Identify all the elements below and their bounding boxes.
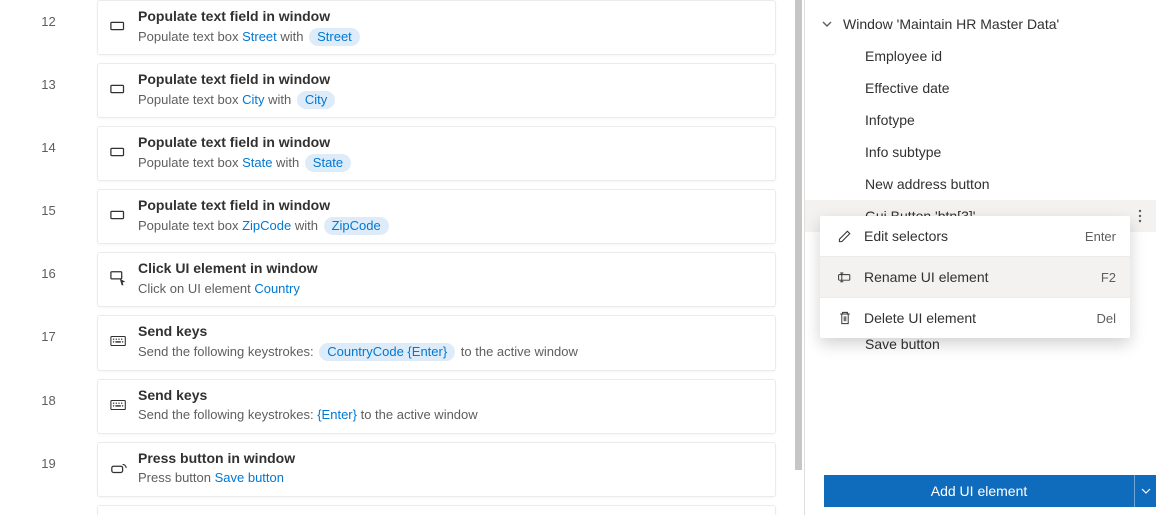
step-number: 13 <box>0 63 97 92</box>
step-number: 15 <box>0 189 97 218</box>
step-title: Populate text field in window <box>138 70 763 90</box>
step-description: Click on UI element Country <box>138 279 763 299</box>
chevron-down-icon <box>819 18 835 30</box>
variable-link[interactable]: Country <box>254 281 300 296</box>
tree-item[interactable]: Effective date <box>805 72 1156 104</box>
step-number: 18 <box>0 379 97 408</box>
tree-item[interactable]: Infotype <box>805 104 1156 136</box>
step-description: Send the following keystrokes: CountryCo… <box>138 342 763 362</box>
step-card[interactable]: Populate text field in windowPopulate te… <box>97 189 776 244</box>
tree-item-label: Info subtype <box>865 144 941 160</box>
step-title: Click UI element in window <box>138 259 763 279</box>
step-card[interactable]: Send keysSend the following keystrokes: … <box>97 315 776 370</box>
step-row: 19Press button in windowPress button Sav… <box>0 442 804 505</box>
step-title: Send keys <box>138 386 763 406</box>
add-ui-element-split[interactable] <box>1134 475 1156 507</box>
more-vertical-icon[interactable] <box>1134 208 1146 224</box>
tree-item-label: Infotype <box>865 112 915 128</box>
textfield-icon <box>110 133 138 161</box>
step-card[interactable]: Populate text field in windowPopulate te… <box>97 126 776 181</box>
step-description: Populate text box State with State <box>138 153 763 173</box>
variable-link[interactable]: Street <box>242 29 277 44</box>
context-menu-item[interactable]: Rename UI elementF2 <box>820 257 1130 297</box>
context-menu-label: Rename UI element <box>864 269 1101 285</box>
context-menu: Edit selectorsEnterRename UI elementF2De… <box>820 216 1130 338</box>
context-menu-item[interactable]: Delete UI elementDel <box>820 298 1130 338</box>
variable-link[interactable]: City <box>242 92 264 107</box>
step-row: 14Populate text field in windowPopulate … <box>0 126 804 189</box>
tree-item-label: Save button <box>865 336 940 352</box>
step-card[interactable]: Populate text field in windowPopulate te… <box>97 0 776 55</box>
rename-icon <box>834 269 856 285</box>
step-card[interactable]: Send keysSend the following keystrokes: … <box>97 379 776 434</box>
textfield-icon <box>110 196 138 224</box>
textfield-icon <box>110 7 138 35</box>
tree-item[interactable]: New address button <box>805 168 1156 200</box>
variable-pill[interactable]: City <box>297 91 335 109</box>
context-menu-label: Edit selectors <box>864 228 1085 244</box>
step-title: Send keys <box>138 322 763 342</box>
context-menu-label: Delete UI element <box>864 310 1096 326</box>
step-row: 16Click UI element in windowClick on UI … <box>0 252 804 315</box>
variable-link[interactable]: Save button <box>215 470 284 485</box>
scrollbar-thumb[interactable] <box>795 0 802 470</box>
step-number: 16 <box>0 252 97 281</box>
trash-icon <box>834 310 856 326</box>
step-row: 15Populate text field in windowPopulate … <box>0 189 804 252</box>
step-description: Send the following keystrokes: {Enter} t… <box>138 405 763 425</box>
tree-window-node[interactable]: Window 'Maintain HR Master Data' <box>805 8 1156 40</box>
step-card[interactable]: Click UI element in windowClick on UI el… <box>97 252 776 307</box>
step-description: Populate text box City with City <box>138 90 763 110</box>
tree-item-label: Employee id <box>865 48 942 64</box>
step-description: Populate text box ZipCode with ZipCode <box>138 216 763 236</box>
tree-item[interactable]: Info subtype <box>805 136 1156 168</box>
step-row: 20Wait for window contentWait for UI ele… <box>0 505 804 515</box>
step-number: 17 <box>0 315 97 344</box>
keyboard-icon <box>110 386 138 414</box>
tree-item-label: New address button <box>865 176 990 192</box>
textfield-icon <box>110 70 138 98</box>
step-number: 19 <box>0 442 97 471</box>
scrollbar-track[interactable] <box>796 0 803 515</box>
variable-link[interactable]: State <box>242 155 272 170</box>
click-icon <box>110 259 138 287</box>
step-card[interactable]: Populate text field in windowPopulate te… <box>97 63 776 118</box>
variable-pill[interactable]: State <box>305 154 351 172</box>
step-number: 12 <box>0 0 97 29</box>
context-menu-shortcut: F2 <box>1101 270 1116 285</box>
step-title: Populate text field in window <box>138 7 763 27</box>
context-menu-shortcut: Enter <box>1085 229 1116 244</box>
step-number: 20 <box>0 505 97 515</box>
step-row: 18Send keysSend the following keystrokes… <box>0 379 804 442</box>
step-card[interactable]: Press button in windowPress button Save … <box>97 442 776 497</box>
step-description: Populate text box Street with Street <box>138 27 763 47</box>
pencil-icon <box>834 228 856 244</box>
tree-window-label: Window 'Maintain HR Master Data' <box>843 16 1059 32</box>
context-menu-shortcut: Del <box>1096 311 1116 326</box>
variable-pill[interactable]: CountryCode {Enter} <box>319 343 455 361</box>
step-row: 17Send keysSend the following keystrokes… <box>0 315 804 378</box>
variable-pill[interactable]: ZipCode <box>324 217 389 235</box>
add-ui-element-label: Add UI element <box>824 483 1134 499</box>
add-ui-element-button[interactable]: Add UI element <box>824 475 1156 507</box>
tree-item-label: Effective date <box>865 80 950 96</box>
variable-link[interactable]: ZipCode <box>242 218 291 233</box>
step-title: Populate text field in window <box>138 196 763 216</box>
step-row: 13Populate text field in windowPopulate … <box>0 63 804 126</box>
press-icon <box>110 449 138 477</box>
step-title: Press button in window <box>138 449 763 469</box>
step-number: 14 <box>0 126 97 155</box>
step-description: Press button Save button <box>138 468 763 488</box>
context-menu-item[interactable]: Edit selectorsEnter <box>820 216 1130 256</box>
step-row: 12Populate text field in windowPopulate … <box>0 0 804 63</box>
step-card[interactable]: Wait for window contentWait for UI eleme… <box>97 505 776 515</box>
keyboard-icon <box>110 322 138 350</box>
tree-item[interactable]: Employee id <box>805 40 1156 72</box>
variable-link[interactable]: {Enter} <box>317 407 357 422</box>
variable-pill[interactable]: Street <box>309 28 360 46</box>
step-title: Populate text field in window <box>138 133 763 153</box>
